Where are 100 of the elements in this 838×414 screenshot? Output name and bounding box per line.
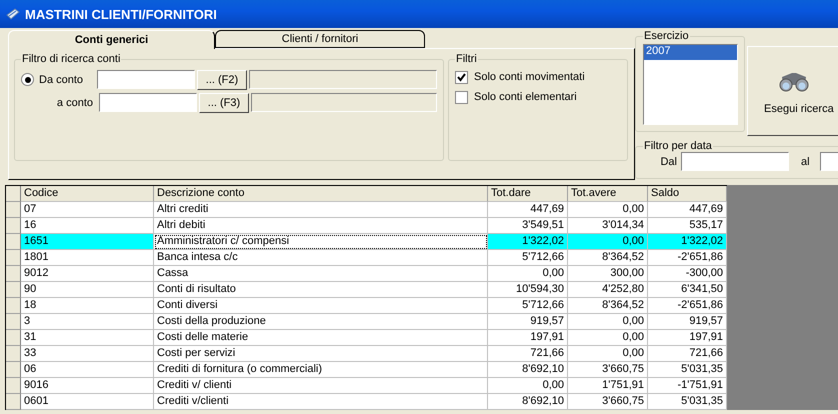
table-cell: 0,00 [568,314,648,330]
field-label: Dal [659,156,677,168]
table-cell: 5'031,35 [648,394,727,410]
field-label: Da conto [39,74,84,86]
table-cell: 0,00 [568,202,648,218]
table-cell: 0,00 [568,346,648,362]
table-cell: 4'252,80 [568,282,648,298]
column-header[interactable]: Descrizione conto [154,186,488,202]
group-title: Esercizio [643,30,690,42]
row-selector[interactable] [6,282,21,298]
table-cell: 0,00 [568,234,648,250]
table-cell: 0,00 [488,378,568,394]
input-field[interactable] [99,93,197,112]
row-selector[interactable] [6,266,21,282]
table-cell: 5'712,66 [488,250,568,266]
group-title: Filtri [455,53,478,65]
table-cell: -300,00 [648,266,727,282]
table-cell: 721,66 [648,346,727,362]
group-title: Filtro di ricerca conti [21,53,122,65]
table-cell: 10'594,30 [488,282,568,298]
table-cell: 3 [21,314,154,330]
row-selector[interactable] [6,394,21,410]
table-cell: Altri debiti [154,218,488,234]
table-cell: 0,00 [488,266,568,282]
table-cell: Crediti di fornitura (o commerciali) [154,362,488,378]
table-cell: -2'651,86 [648,298,727,314]
row-selector[interactable] [6,234,21,250]
table-cell: 90 [21,282,154,298]
row-selector[interactable] [6,218,21,234]
table-cell: 1651 [21,234,154,250]
row-selector[interactable] [6,362,21,378]
row-selector[interactable] [6,314,21,330]
row-selector[interactable] [6,346,21,362]
list-item[interactable]: 2007 [644,45,737,60]
table-cell: -2'651,86 [648,250,727,266]
table-cell: 9016 [21,378,154,394]
table-cell: 197,91 [488,330,568,346]
column-header[interactable]: Codice [21,186,154,202]
table-cell: -1'751,91 [648,378,727,394]
table-cell: Crediti v/clienti [154,394,488,410]
table-cell: 8'364,52 [568,250,648,266]
table-cell: 18 [21,298,154,314]
table-cell: 1'322,02 [488,234,568,250]
radio-button[interactable] [21,73,34,86]
field-label: a conto [56,96,94,108]
grid-corner [6,186,21,202]
input-field[interactable] [97,70,195,89]
table-cell: 6'341,50 [648,282,727,298]
tab[interactable]: Clienti / fornitori [215,30,425,48]
table-cell: Cassa [154,266,488,282]
table-cell: Amministratori c/ compensi [154,234,488,250]
table-cell: 9012 [21,266,154,282]
field-label: al [801,156,810,168]
table-cell: Costi per servizi [154,346,488,362]
column-header[interactable]: Saldo [648,186,727,202]
table-cell: 3'660,75 [568,394,648,410]
table-cell: 1'322,02 [648,234,727,250]
table-cell: 197,91 [648,330,727,346]
table-cell: 8'692,10 [488,394,568,410]
group-title: Filtro per data [643,140,713,152]
table-cell: Altri crediti [154,202,488,218]
row-selector[interactable] [6,202,21,218]
checkbox-label: Solo conti movimentati [474,71,585,83]
row-selector[interactable] [6,330,21,346]
window-title: MASTRINI CLIENTI/FORNITORI [25,6,217,22]
table-cell: 07 [21,202,154,218]
column-header[interactable]: Tot.avere [568,186,648,202]
table-cell: Conti diversi [154,298,488,314]
row-selector[interactable] [6,298,21,314]
table-cell: 8'692,10 [488,362,568,378]
table-cell: 5'031,35 [648,362,727,378]
binoculars-icon [778,71,810,93]
table-cell: 1801 [21,250,154,266]
table-cell: Banca intesa c/c [154,250,488,266]
table-cell: 721,66 [488,346,568,362]
table-cell: Costi della produzione [154,314,488,330]
table-cell: 919,57 [648,314,727,330]
checkbox[interactable] [455,70,468,84]
table-cell: 0601 [21,394,154,410]
table-cell: 300,00 [568,266,648,282]
table-cell: 919,57 [488,314,568,330]
search-button[interactable]: Esegui ricerca [747,46,838,136]
date-field[interactable] [681,152,789,171]
row-selector[interactable] [6,250,21,266]
lookup-button[interactable]: ... (F2) [197,70,247,90]
table-cell: 06 [21,362,154,378]
notebook-icon [5,6,21,22]
column-header[interactable]: Tot.dare [488,186,568,202]
table-cell: 0,00 [568,330,648,346]
table-cell: 5'712,66 [488,298,568,314]
row-selector[interactable] [6,378,21,394]
table-cell: 447,69 [488,202,568,218]
checkbox[interactable] [455,90,468,104]
lookup-button[interactable]: ... (F3) [199,92,249,112]
table-cell: Conti di risultato [154,282,488,298]
table-cell: 3'660,75 [568,362,648,378]
table-cell: Crediti v/ clienti [154,378,488,394]
table-cell: 33 [21,346,154,362]
table-cell: 31 [21,330,154,346]
tab[interactable]: Conti generici [8,30,215,49]
